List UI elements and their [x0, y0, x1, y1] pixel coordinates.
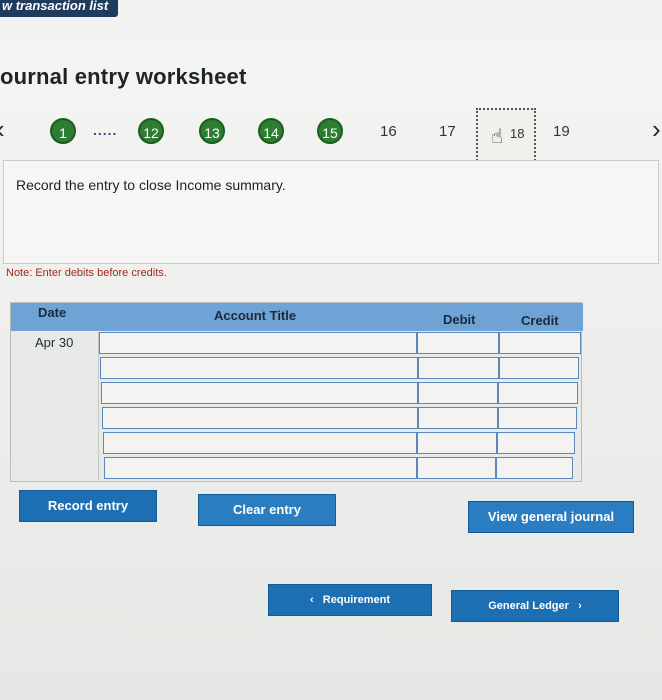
- journal-header: Date Account Title Debit Credit: [11, 303, 583, 331]
- journal-table: Date Account Title Debit Credit Apr 30: [10, 302, 583, 482]
- date-cell: [11, 355, 99, 380]
- account-input[interactable]: [99, 332, 417, 354]
- date-cell: [11, 430, 99, 455]
- step-18-current[interactable]: ☝ 18: [476, 108, 536, 164]
- column-debit: Debit: [443, 312, 476, 327]
- step-17[interactable]: 17: [439, 123, 456, 140]
- chevron-left-icon[interactable]: ‹: [0, 114, 5, 145]
- view-general-journal-button[interactable]: View general journal: [468, 501, 634, 533]
- clear-entry-button[interactable]: Clear entry: [198, 494, 336, 526]
- table-row: [11, 455, 583, 480]
- chevron-right-icon[interactable]: ›: [652, 114, 661, 145]
- credit-input[interactable]: [499, 332, 581, 354]
- step-ellipsis: .....: [93, 122, 118, 138]
- step-12[interactable]: 12: [138, 118, 164, 144]
- step-18-label: 18: [510, 126, 525, 141]
- credit-input[interactable]: [498, 407, 577, 429]
- step-14[interactable]: 14: [258, 118, 284, 144]
- column-date: Date: [38, 305, 67, 320]
- requirement-button[interactable]: ‹ Requirement: [268, 584, 432, 616]
- step-1[interactable]: 1: [50, 118, 76, 144]
- debit-input[interactable]: [418, 407, 498, 429]
- account-input[interactable]: [104, 457, 417, 479]
- table-row: [11, 355, 583, 380]
- step-13[interactable]: 13: [199, 118, 225, 144]
- date-cell: [11, 455, 99, 480]
- top-bar: w transaction list: [0, 0, 662, 40]
- debit-input[interactable]: [417, 432, 497, 454]
- account-input[interactable]: [100, 357, 418, 379]
- step-15[interactable]: 15: [317, 118, 343, 144]
- account-input[interactable]: [103, 432, 417, 454]
- page-title: ournal entry worksheet: [0, 64, 247, 89]
- credit-input[interactable]: [496, 457, 573, 479]
- account-input[interactable]: [102, 407, 418, 429]
- note-text: Note: Enter debits before credits.: [6, 267, 167, 279]
- record-entry-button[interactable]: Record entry: [19, 490, 157, 522]
- table-row: [11, 380, 583, 405]
- credit-input[interactable]: [497, 432, 575, 454]
- general-ledger-label: General Ledger: [488, 600, 569, 612]
- step-19[interactable]: 19: [553, 123, 570, 140]
- debit-input[interactable]: [418, 382, 498, 404]
- instruction-box: Record the entry to close Income summary…: [3, 160, 659, 264]
- date-cell: Apr 30: [11, 330, 99, 355]
- chevron-right-icon: ›: [568, 600, 582, 612]
- date-cell: [11, 405, 99, 430]
- step-navigation: ‹ 1 ..... 12 13 14 15 16 17 ☝ 18 19 ›: [0, 108, 662, 164]
- table-row: [11, 430, 583, 455]
- transaction-list-link[interactable]: w transaction list: [0, 0, 119, 17]
- column-credit: Credit: [521, 313, 559, 328]
- table-row: Apr 30: [11, 330, 583, 355]
- date-cell: [11, 380, 99, 405]
- requirement-label: Requirement: [322, 594, 391, 606]
- credit-input[interactable]: [499, 357, 579, 379]
- debit-input[interactable]: [418, 357, 499, 379]
- credit-input[interactable]: [498, 382, 578, 404]
- account-input[interactable]: [101, 382, 418, 404]
- debit-input[interactable]: [417, 332, 499, 354]
- debit-input[interactable]: [417, 457, 496, 479]
- column-account-title: Account Title: [214, 308, 297, 323]
- step-16[interactable]: 16: [380, 123, 397, 140]
- chevron-left-icon: ‹: [309, 594, 323, 606]
- table-row: [11, 405, 583, 430]
- hand-pointer-icon: ☝: [491, 126, 504, 148]
- instruction-text: Record the entry to close Income summary…: [16, 177, 286, 193]
- general-ledger-button[interactable]: General Ledger ›: [451, 590, 619, 622]
